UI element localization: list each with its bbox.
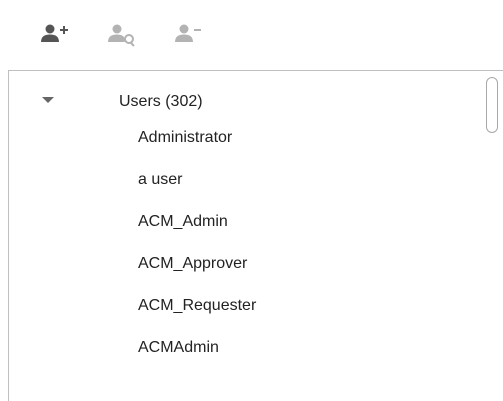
tree-node-label: Users (302): [119, 93, 203, 110]
user-name: ACM_Requester: [138, 297, 257, 314]
list-item[interactable]: ACMAdmin: [9, 329, 479, 365]
user-name: ACM_Approver: [138, 255, 248, 272]
user-name: ACMAdmin: [138, 339, 219, 356]
tree-node-users[interactable]: Users (302): [9, 83, 479, 119]
user-name: Administrator: [138, 129, 233, 146]
list-item[interactable]: ACM_Admin: [9, 203, 479, 239]
list-item[interactable]: ACM_Requester: [9, 287, 479, 323]
user-name: a user: [138, 171, 183, 188]
list-item[interactable]: Administrator: [9, 119, 479, 155]
caret-down-icon[interactable]: [42, 97, 54, 103]
sync-user-icon: [108, 24, 135, 47]
list-item[interactable]: ACM_Approver: [9, 245, 479, 281]
user-toolbar: [0, 0, 503, 60]
remove-user-icon: [175, 24, 201, 42]
remove-user-button[interactable]: [174, 22, 204, 48]
add-user-button[interactable]: [40, 22, 70, 48]
vertical-scrollbar[interactable]: [483, 71, 503, 401]
sync-user-button[interactable]: [107, 22, 137, 48]
user-name: ACM_Admin: [138, 213, 228, 230]
add-user-icon: [41, 24, 68, 42]
scrollbar-thumb[interactable]: [486, 77, 498, 133]
users-tree: Users (302) Administrator a user ACM_Adm…: [8, 70, 503, 401]
list-item[interactable]: a user: [9, 161, 479, 197]
